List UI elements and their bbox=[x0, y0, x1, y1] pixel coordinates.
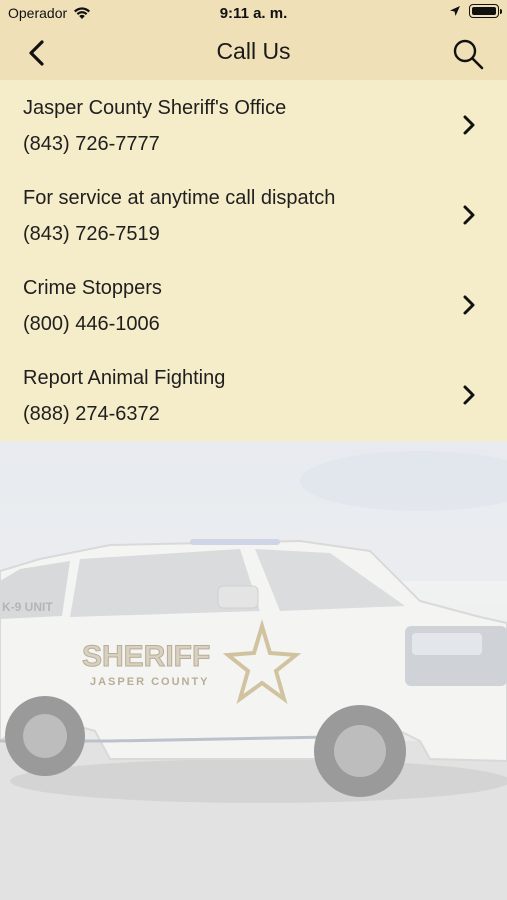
chevron-right-icon bbox=[463, 295, 475, 315]
sheriff-vehicle-illustration: SHERIFF JASPER COUNTY K-9 UNIT bbox=[0, 441, 507, 900]
chevron-right-icon bbox=[463, 115, 475, 135]
contact-item-dispatch[interactable]: For service at anytime call dispatch (84… bbox=[0, 170, 507, 260]
chevron-right-icon bbox=[463, 205, 475, 225]
vehicle-unit-text: K-9 UNIT bbox=[2, 600, 53, 614]
nav-bar: Call Us bbox=[0, 28, 507, 80]
contact-name: Crime Stoppers bbox=[23, 277, 162, 299]
contact-item-animal-fighting[interactable]: Report Animal Fighting (888) 274-6372 bbox=[0, 350, 507, 440]
contact-phone: (843) 726-7777 bbox=[23, 133, 160, 155]
contact-phone: (843) 726-7519 bbox=[23, 223, 160, 245]
vehicle-sheriff-text: SHERIFF bbox=[82, 640, 210, 673]
contact-item-sheriff-office[interactable]: Jasper County Sheriff's Office (843) 726… bbox=[0, 80, 507, 170]
contact-name: For service at anytime call dispatch bbox=[23, 187, 336, 209]
contact-item-crime-stoppers[interactable]: Crime Stoppers (800) 446-1006 bbox=[0, 260, 507, 350]
contact-name: Report Animal Fighting bbox=[23, 367, 226, 389]
search-icon[interactable] bbox=[451, 37, 485, 71]
contact-phone: (800) 446-1006 bbox=[23, 313, 160, 335]
background-photo: SHERIFF JASPER COUNTY K-9 UNIT bbox=[0, 441, 507, 900]
status-right bbox=[449, 4, 502, 18]
contact-phone: (888) 274-6372 bbox=[23, 403, 160, 425]
page-title: Call Us bbox=[216, 38, 291, 64]
location-arrow-icon bbox=[450, 6, 460, 16]
contact-name: Jasper County Sheriff's Office bbox=[23, 97, 287, 119]
battery-icon bbox=[469, 4, 502, 18]
chevron-right-icon bbox=[463, 385, 475, 405]
status-time: 9:11 a. m. bbox=[219, 5, 288, 22]
contact-list: Jasper County Sheriff's Office (843) 726… bbox=[0, 80, 507, 441]
status-bar: Operador 9:11 a. m. bbox=[0, 0, 507, 28]
vehicle-county-text: JASPER COUNTY bbox=[90, 676, 210, 688]
